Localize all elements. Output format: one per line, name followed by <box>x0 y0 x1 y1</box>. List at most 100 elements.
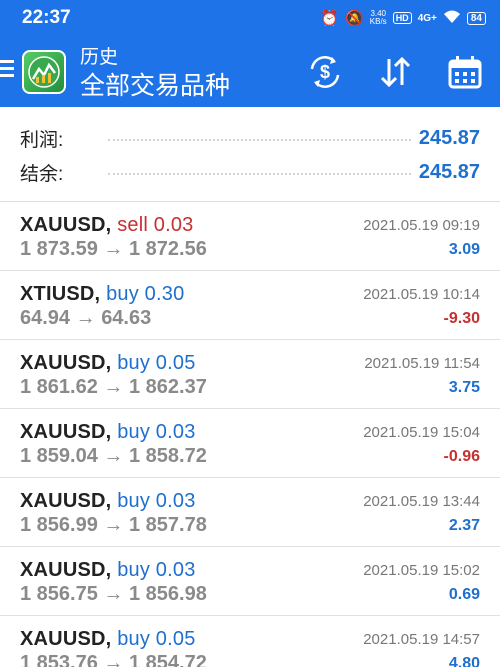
trade-prices: 1 873.59 → 1 872.56 <box>20 238 207 261</box>
wifi-icon <box>443 10 461 27</box>
trade-symbol-line: XAUUSD, sell 0.03 <box>20 214 193 237</box>
price-arrow: → <box>75 307 96 329</box>
trade-symbol: XAUUSD, <box>20 559 112 581</box>
app-root: 22:37 ⏰ 🔕 3.40 KB/s HD 4G+ 84 历史 全部交易品种 … <box>0 0 500 667</box>
trade-symbol: XAUUSD, <box>20 628 112 650</box>
header-actions: $ <box>290 36 500 107</box>
net-speed-unit: KB/s <box>369 17 387 26</box>
trade-time: 2021.05.19 11:54 <box>364 355 480 372</box>
trade-prices: 1 856.75 → 1 856.98 <box>20 583 207 606</box>
trade-time: 2021.05.19 09:19 <box>363 217 480 234</box>
profit-row: 利润: 245.87 <box>0 121 500 155</box>
status-time: 22:37 <box>22 7 71 28</box>
trade-row[interactable]: XAUUSD, buy 0.05 1 861.62 → 1 862.37 202… <box>0 340 500 409</box>
trade-open-price: 1 856.99 <box>20 514 98 536</box>
svg-text:$: $ <box>320 62 330 82</box>
price-arrow: → <box>103 514 124 536</box>
price-arrow: → <box>103 376 124 398</box>
trade-close-price: 1 854.72 <box>128 652 207 667</box>
price-arrow: → <box>103 652 124 667</box>
trade-close-price: 64.63 <box>101 307 152 329</box>
profit-label: 利润: <box>20 129 64 151</box>
trade-side: buy 0.05 <box>117 352 196 374</box>
trade-open-price: 1 859.04 <box>20 445 98 467</box>
trade-list: XAUUSD, sell 0.03 1 873.59 → 1 872.56 20… <box>0 202 500 667</box>
trade-time: 2021.05.19 14:57 <box>363 631 480 648</box>
trade-symbol-line: XAUUSD, buy 0.03 <box>20 490 196 513</box>
trade-time: 2021.05.19 13:44 <box>363 493 480 510</box>
trade-open-price: 1 861.62 <box>20 376 98 398</box>
trade-close-price: 1 858.72 <box>128 445 207 467</box>
dotted-leader <box>108 173 411 175</box>
trade-open-price: 1 873.59 <box>20 238 98 260</box>
trade-symbol-line: XAUUSD, buy 0.03 <box>20 421 196 444</box>
price-arrow: → <box>103 238 124 260</box>
trade-profit: -0.96 <box>443 448 480 465</box>
trade-profit: 0.69 <box>448 586 480 603</box>
header-small-title: 历史 <box>80 47 119 68</box>
sort-icon <box>380 56 411 87</box>
trade-row[interactable]: XTIUSD, buy 0.30 64.94 → 64.63 2021.05.1… <box>0 271 500 340</box>
price-arrow: → <box>103 583 124 605</box>
price-arrow: → <box>103 445 124 467</box>
app-bar: 历史 全部交易品种 $ <box>0 36 500 107</box>
balance-label: 结余: <box>20 163 64 185</box>
top-bar: 22:37 ⏰ 🔕 3.40 KB/s HD 4G+ 84 历史 全部交易品种 … <box>0 0 500 107</box>
trade-side: buy 0.30 <box>106 283 185 305</box>
trade-side: buy 0.03 <box>117 490 196 512</box>
profit-value: 245.87 <box>418 126 480 149</box>
trade-profit: 4.80 <box>448 655 480 667</box>
trade-side: sell 0.03 <box>117 214 194 236</box>
trade-close-price: 1 857.78 <box>128 514 207 536</box>
calendar-icon <box>448 55 482 88</box>
menu-icon[interactable] <box>0 60 18 77</box>
balance-row: 结余: 245.87 <box>0 155 500 189</box>
trade-open-price: 64.94 <box>20 307 71 329</box>
trade-open-price: 1 853.76 <box>20 652 98 667</box>
trade-symbol: XAUUSD, <box>20 421 112 443</box>
calendar-button[interactable] <box>430 47 500 97</box>
metatrader-logo <box>22 50 66 94</box>
summary-panel: 利润: 245.87 结余: 245.87 <box>0 107 500 202</box>
trade-row[interactable]: XAUUSD, sell 0.03 1 873.59 → 1 872.56 20… <box>0 202 500 271</box>
trade-row[interactable]: XAUUSD, buy 0.03 1 856.99 → 1 857.78 202… <box>0 478 500 547</box>
trade-time: 2021.05.19 15:04 <box>363 424 480 441</box>
trade-symbol-line: XTIUSD, buy 0.30 <box>20 283 184 306</box>
alarm-icon: ⏰ <box>320 9 340 27</box>
trade-symbol: XTIUSD, <box>20 283 101 305</box>
trade-close-price: 1 872.56 <box>128 238 207 260</box>
trade-profit: 2.37 <box>448 517 480 534</box>
trade-side: buy 0.03 <box>117 421 196 443</box>
trade-prices: 1 853.76 → 1 854.72 <box>20 652 207 667</box>
trade-symbol-line: XAUUSD, buy 0.05 <box>20 628 196 651</box>
dotted-leader <box>108 139 411 141</box>
trade-side: buy 0.05 <box>117 628 196 650</box>
trade-symbol: XAUUSD, <box>20 214 112 236</box>
net-speed: 3.40 KB/s <box>370 10 387 26</box>
trade-profit: 3.09 <box>448 241 480 258</box>
currency-exchange-button[interactable]: $ <box>290 47 360 97</box>
header-main-title[interactable]: 全部交易品种 <box>80 71 230 101</box>
trade-symbol: XAUUSD, <box>20 352 112 374</box>
trade-symbol-line: XAUUSD, buy 0.03 <box>20 559 196 582</box>
trade-prices: 1 856.99 → 1 857.78 <box>20 514 207 537</box>
hd-badge: HD <box>392 12 412 24</box>
trade-time: 2021.05.19 15:02 <box>363 562 480 579</box>
trade-symbol-line: XAUUSD, buy 0.05 <box>20 352 196 375</box>
balance-value: 245.87 <box>418 160 480 183</box>
sort-button[interactable] <box>360 47 430 97</box>
trade-row[interactable]: XAUUSD, buy 0.03 1 859.04 → 1 858.72 202… <box>0 409 500 478</box>
trade-prices: 64.94 → 64.63 <box>20 307 151 330</box>
currency-exchange-icon: $ <box>310 55 340 88</box>
trade-time: 2021.05.19 10:14 <box>363 286 480 303</box>
trade-prices: 1 861.62 → 1 862.37 <box>20 376 207 399</box>
mute-icon: 🔕 <box>345 9 364 27</box>
trade-symbol: XAUUSD, <box>20 490 112 512</box>
trade-close-price: 1 856.98 <box>128 583 207 605</box>
trade-row[interactable]: XAUUSD, buy 0.05 1 853.76 → 1 854.72 202… <box>0 616 500 667</box>
trade-row[interactable]: XAUUSD, buy 0.03 1 856.75 → 1 856.98 202… <box>0 547 500 616</box>
trade-prices: 1 859.04 → 1 858.72 <box>20 445 207 468</box>
status-icons: ⏰ 🔕 3.40 KB/s HD 4G+ 84 <box>320 10 486 27</box>
trade-side: buy 0.03 <box>117 559 196 581</box>
status-bar: 22:37 ⏰ 🔕 3.40 KB/s HD 4G+ 84 <box>0 0 500 36</box>
